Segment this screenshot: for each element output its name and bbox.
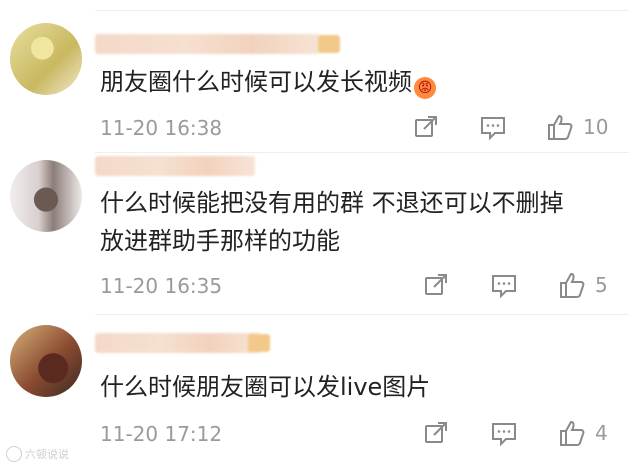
username-blurred[interactable] xyxy=(95,333,260,353)
like-button[interactable]: 5 xyxy=(557,270,608,300)
watermark: 六顿说说 xyxy=(6,446,69,462)
comment-text: 什么时候能把没有用的群 不退还可以不删掉 放进群助手那样的功能 xyxy=(100,189,564,255)
username-blurred-accent xyxy=(248,334,270,352)
comment-time: 11-20 16:35 xyxy=(100,274,223,298)
comment-text: 什么时候朋友圈可以发live图片 xyxy=(100,373,431,401)
like-button[interactable]: 10 xyxy=(545,112,608,142)
divider xyxy=(95,314,629,315)
thumbs-up-icon xyxy=(557,270,587,300)
username-blurred-accent xyxy=(318,35,340,53)
like-count: 5 xyxy=(595,273,608,297)
watermark-text: 六顿说说 xyxy=(25,448,69,461)
divider xyxy=(95,152,629,153)
share-icon[interactable] xyxy=(423,420,449,446)
username-blurred[interactable] xyxy=(95,156,255,176)
avatar[interactable] xyxy=(10,325,82,397)
comment-text-content: 朋友圈什么时候可以发长视频 xyxy=(100,68,412,96)
angry-emoji-icon: 😡 xyxy=(414,77,436,99)
username-blurred[interactable] xyxy=(95,34,320,54)
avatar[interactable] xyxy=(10,160,82,232)
comment-icon[interactable] xyxy=(490,272,518,298)
thumbs-up-icon xyxy=(545,112,575,142)
watermark-logo-icon xyxy=(6,446,22,462)
share-icon[interactable] xyxy=(423,272,449,298)
comment-time: 11-20 16:38 xyxy=(100,116,223,140)
like-count: 4 xyxy=(595,421,608,445)
thumbs-up-icon xyxy=(557,418,587,448)
avatar[interactable] xyxy=(10,23,82,95)
comment-text: 朋友圈什么时候可以发长视频 😡 xyxy=(100,63,603,101)
comment-time: 11-20 17:12 xyxy=(100,422,223,446)
top-divider xyxy=(95,10,629,11)
share-icon[interactable] xyxy=(413,114,439,140)
like-count: 10 xyxy=(583,115,609,139)
comment-icon[interactable] xyxy=(490,420,518,446)
like-button[interactable]: 4 xyxy=(557,418,608,448)
comment-icon[interactable] xyxy=(479,114,507,140)
